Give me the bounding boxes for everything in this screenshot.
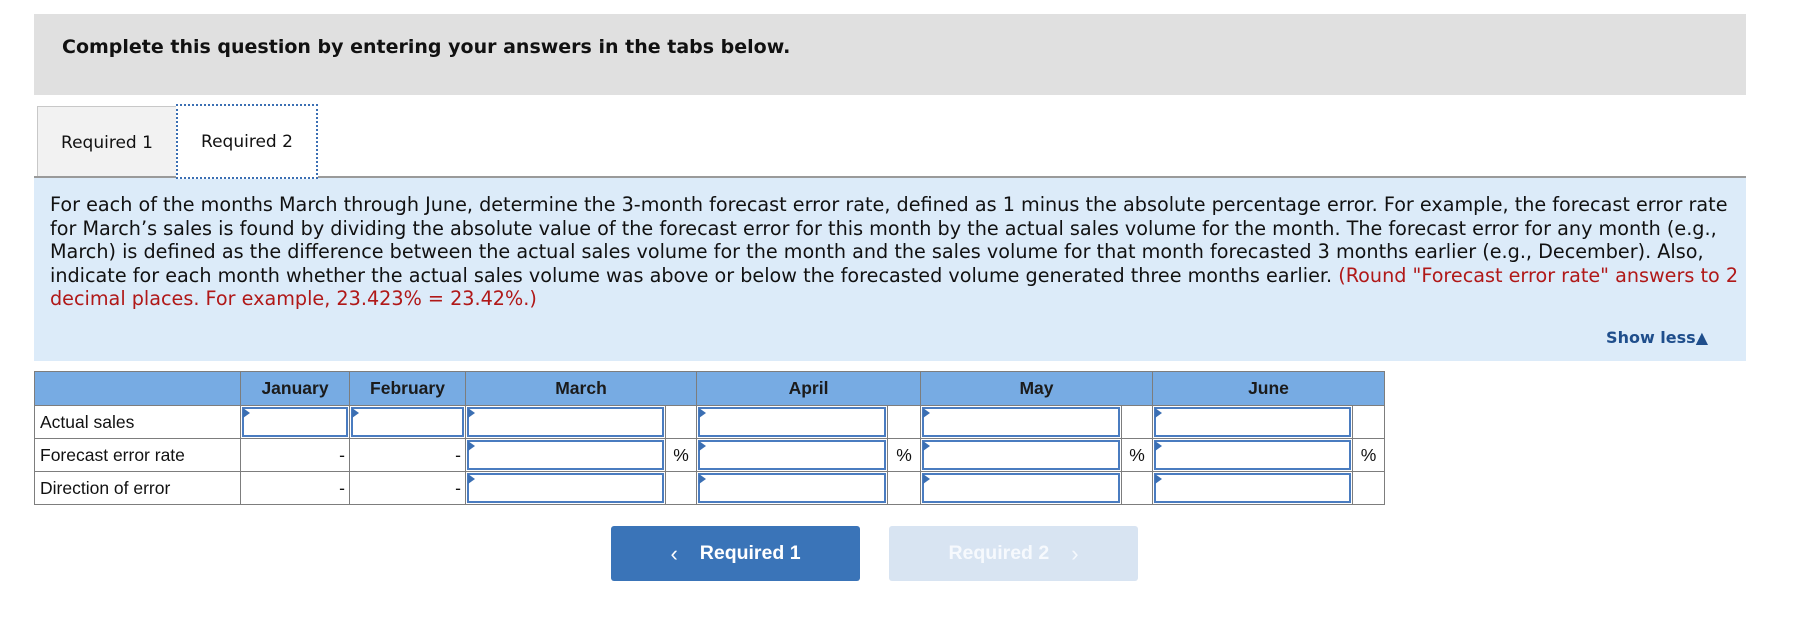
table-row-forecast-error-rate: Forecast error rate - - % % % % <box>34 438 1385 472</box>
forecast-error-february-value: - <box>349 438 466 472</box>
unit-cell <box>1121 405 1153 439</box>
row-label: Forecast error rate <box>34 438 241 472</box>
forecast-error-april-input[interactable] <box>698 440 886 470</box>
cell-april <box>696 471 888 505</box>
direction-march-select[interactable] <box>467 473 664 503</box>
actual-sales-march-input[interactable] <box>467 407 664 437</box>
instructions-panel: For each of the months March through Jun… <box>34 176 1746 361</box>
instructions-text: For each of the months March through Jun… <box>50 193 1740 311</box>
forecast-error-march-input[interactable] <box>467 440 664 470</box>
answer-table: January February March April May June Ac… <box>34 371 1385 505</box>
cell-march <box>465 405 666 439</box>
percent-unit: % <box>665 438 697 472</box>
cell-june <box>1152 471 1353 505</box>
forecast-error-may-input[interactable] <box>922 440 1120 470</box>
cell-january <box>240 405 350 439</box>
unit-cell <box>1352 471 1385 505</box>
question-banner: Complete this question by entering your … <box>34 14 1746 95</box>
header-june: June <box>1152 371 1385 406</box>
tab-required-2[interactable]: Required 2 <box>176 104 318 179</box>
cell-march <box>465 438 666 472</box>
unit-cell <box>1121 471 1153 505</box>
unit-cell <box>665 471 697 505</box>
actual-sales-may-input[interactable] <box>922 407 1120 437</box>
direction-june-select[interactable] <box>1154 473 1351 503</box>
triangle-up-icon: ▲ <box>1695 328 1708 347</box>
show-less-label: Show less <box>1606 328 1696 347</box>
cell-april <box>696 405 888 439</box>
row-label: Actual sales <box>34 405 241 439</box>
chevron-right-icon: › <box>1071 540 1079 566</box>
cell-april <box>696 438 888 472</box>
unit-cell <box>1352 405 1385 439</box>
show-less-link[interactable]: Show less▲ <box>1606 328 1708 347</box>
row-label: Direction of error <box>34 471 241 505</box>
cell-may <box>920 405 1122 439</box>
tab-required-1[interactable]: Required 1 <box>37 106 177 178</box>
direction-february-value: - <box>349 471 466 505</box>
next-required-2-button[interactable]: Required 2 › <box>889 526 1138 581</box>
prev-required-1-button[interactable]: ‹ Required 1 <box>611 526 860 581</box>
header-may: May <box>920 371 1153 406</box>
banner-title: Complete this question by entering your … <box>62 36 791 58</box>
percent-unit: % <box>1121 438 1153 472</box>
direction-april-select[interactable] <box>698 473 886 503</box>
chevron-left-icon: ‹ <box>670 540 678 566</box>
direction-may-select[interactable] <box>922 473 1120 503</box>
header-blank <box>34 371 241 406</box>
cell-june <box>1152 405 1353 439</box>
forecast-error-june-input[interactable] <box>1154 440 1351 470</box>
header-march: March <box>465 371 697 406</box>
actual-sales-april-input[interactable] <box>698 407 886 437</box>
table-row-direction-of-error: Direction of error - - <box>34 471 1385 505</box>
cell-may <box>920 438 1122 472</box>
cell-march <box>465 471 666 505</box>
unit-cell <box>887 405 921 439</box>
cell-june <box>1152 438 1353 472</box>
header-april: April <box>696 371 921 406</box>
prev-button-label: Required 1 <box>699 542 801 564</box>
next-button-label: Required 2 <box>948 542 1050 564</box>
actual-sales-january-input[interactable] <box>242 407 348 437</box>
direction-january-value: - <box>240 471 350 505</box>
unit-cell <box>887 471 921 505</box>
percent-unit: % <box>1352 438 1385 472</box>
actual-sales-february-input[interactable] <box>351 407 464 437</box>
forecast-error-january-value: - <box>240 438 350 472</box>
table-row-actual-sales: Actual sales <box>34 405 1385 439</box>
header-january: January <box>240 371 350 406</box>
unit-cell <box>665 405 697 439</box>
percent-unit: % <box>887 438 921 472</box>
table-header-row: January February March April May June <box>34 371 1385 406</box>
cell-may <box>920 471 1122 505</box>
cell-february <box>349 405 466 439</box>
actual-sales-june-input[interactable] <box>1154 407 1351 437</box>
header-february: February <box>349 371 466 406</box>
